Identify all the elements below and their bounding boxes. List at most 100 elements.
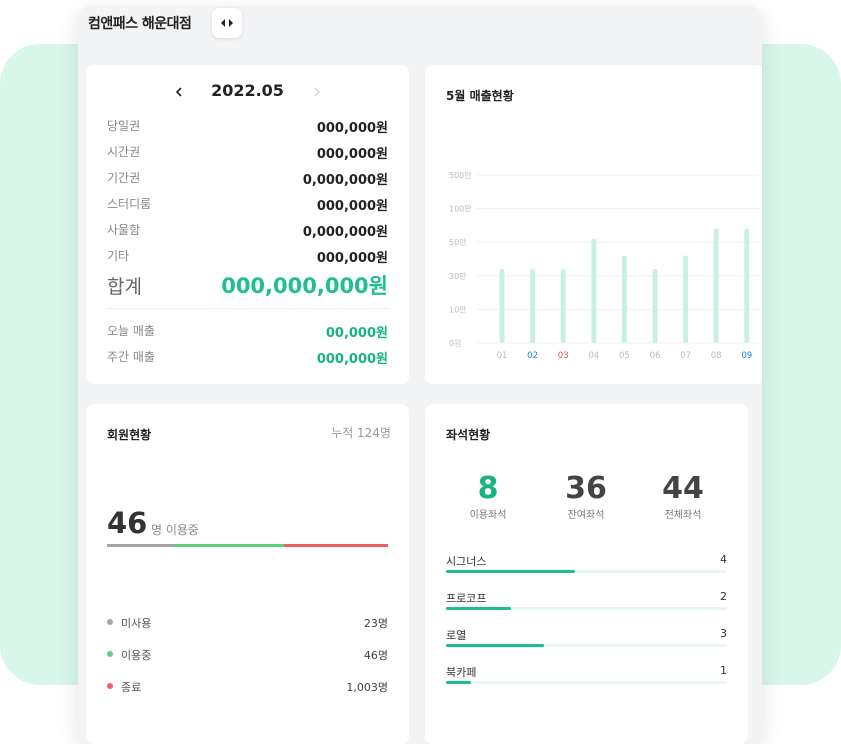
seat-zone-fill xyxy=(446,570,576,573)
legend-dot xyxy=(107,619,113,625)
chart-bar xyxy=(499,269,505,343)
store-title: 컴앤패스 해운대점 xyxy=(88,16,192,32)
chart-bar xyxy=(621,255,627,343)
member-stacked-bar xyxy=(107,544,388,547)
member-active-count: 46 xyxy=(107,506,148,540)
sales-summary-card: 2022.05 당일권 000,000원 시간권 000,000원 기간권 0,… xyxy=(86,65,409,384)
sales-row-label: 사물함 xyxy=(107,223,141,237)
seat-zone-count: 4 xyxy=(720,553,727,566)
stacked-bar-segment xyxy=(174,544,285,547)
x-tick-label: 06 xyxy=(650,351,661,361)
sales-bar-chart: 500만 100만 50만 30만 10만 0원 01 02 03 04 05 06 07 08 09 xyxy=(449,171,760,361)
seat-zone-track xyxy=(446,681,727,684)
sales-row-value: 000,000원 xyxy=(316,251,388,266)
stacked-bar-segment xyxy=(107,544,175,547)
x-tick-label: 01 xyxy=(497,351,508,361)
y-tick-label: 100만 xyxy=(449,205,472,214)
arrows-left-right-icon xyxy=(221,19,233,27)
sales-row-etc: 기타 000,000원 xyxy=(107,247,388,266)
sales-row-label: 기간권 xyxy=(107,171,141,185)
seat-zone-fill xyxy=(446,607,511,610)
seat-zone-track xyxy=(446,570,727,573)
y-tick-label: 50만 xyxy=(449,238,467,247)
legend-dot xyxy=(107,651,113,657)
sales-row-value: 000,000원 xyxy=(316,147,388,162)
seat-card-title: 좌석현황 xyxy=(446,428,491,442)
sales-row-locker: 사물함 0,000,000원 xyxy=(107,221,388,240)
chart-bar xyxy=(744,228,750,343)
panel-toggle-button[interactable] xyxy=(212,8,242,38)
seat-zone-item: 시그너스 4 xyxy=(446,553,727,581)
chevron-right-icon[interactable] xyxy=(311,84,323,100)
seat-status-card: 좌석현황 8 이용좌석 36 잔여좌석 44 전체좌석 시그너스 4 프로코프 … xyxy=(425,404,748,744)
sales-row-value: 000,000원 xyxy=(316,199,388,214)
month-label: 2022.05 xyxy=(211,81,284,100)
sales-today-value: 00,000원 xyxy=(325,326,388,341)
sales-week-row: 주간 매출 000,000원 xyxy=(107,348,388,367)
chart-bar xyxy=(713,228,719,343)
sales-row-label: 시간권 xyxy=(107,145,141,159)
legend-value: 46명 xyxy=(363,649,388,662)
seat-zone-count: 3 xyxy=(720,627,727,640)
seat-zone-item: 북카페 1 xyxy=(446,664,727,692)
sales-total-label: 합계 xyxy=(107,276,142,298)
seat-stat-used: 8 이용좌석 xyxy=(448,472,528,522)
legend-dot xyxy=(107,683,113,689)
chart-bar xyxy=(683,255,689,343)
chart-bar xyxy=(652,269,658,343)
sales-today-row: 오늘 매출 00,000원 xyxy=(107,322,388,341)
monthly-sales-chart-card: 5월 매출현황 500만 100만 50만 30만 10만 0원 01 02 03 04 05 06 0… xyxy=(425,65,762,384)
sales-total-value: 000,000,000원 xyxy=(221,274,388,298)
seat-stat-number: 44 xyxy=(662,471,704,506)
member-status-card: 회원현황 누적 124명 46 명 이용중 미사용 23명 이용중 46명 종료… xyxy=(86,404,409,744)
seat-zone-item: 로열 3 xyxy=(446,627,727,655)
seat-zone-name: 로열 xyxy=(446,629,467,642)
sales-row-label: 스터디룸 xyxy=(107,197,152,211)
legend-item-unused: 미사용 23명 xyxy=(107,615,388,631)
seat-stat-label: 전체좌석 xyxy=(664,510,702,521)
sales-row-label: 당일권 xyxy=(107,119,141,133)
seat-zone-count: 1 xyxy=(720,664,727,677)
dashboard-window: 컴앤패스 해운대점 2022.05 당일권 000,000원 시간권 000,0… xyxy=(78,6,762,744)
x-tick-label: 04 xyxy=(588,351,599,361)
seat-stat-number: 36 xyxy=(565,471,607,506)
x-tick-label: 08 xyxy=(711,351,722,361)
seat-stat-total: 44 전체좌석 xyxy=(643,471,723,522)
seat-stat-remaining: 36 잔여좌석 xyxy=(546,471,626,522)
chevron-left-icon[interactable] xyxy=(173,84,185,100)
legend-label: 미사용 xyxy=(121,617,152,630)
x-tick-label: 09 xyxy=(741,351,752,361)
y-tick-label: 500만 xyxy=(449,171,472,180)
legend-label: 이용중 xyxy=(121,649,152,662)
sales-row-label: 기타 xyxy=(107,249,130,263)
seat-zone-count: 2 xyxy=(720,590,727,603)
sales-row-daypass: 당일권 000,000원 xyxy=(107,117,388,136)
seat-zone-item: 프로코프 2 xyxy=(446,590,727,618)
legend-value: 23명 xyxy=(363,617,388,630)
seat-zone-name: 프로코프 xyxy=(446,592,487,605)
chart-bar xyxy=(560,269,566,343)
sales-row-value: 000,000원 xyxy=(316,121,388,136)
legend-item-active: 이용중 46명 xyxy=(107,647,388,663)
y-tick-label: 10만 xyxy=(449,305,467,314)
seat-zone-name: 북카페 xyxy=(446,666,477,679)
legend-label: 종료 xyxy=(121,681,142,694)
sales-row-timepass: 시간권 000,000원 xyxy=(107,143,388,162)
seat-zone-fill xyxy=(446,681,472,684)
divider xyxy=(107,308,388,309)
sales-today-label: 오늘 매출 xyxy=(107,324,155,338)
legend-item-ended: 종료 1,003명 xyxy=(107,679,388,695)
chart-bar xyxy=(591,238,597,343)
member-active-label: 명 이용중 xyxy=(151,523,199,537)
sales-row-value: 0,000,000원 xyxy=(302,173,388,188)
chart-bar xyxy=(530,269,536,343)
y-tick-label: 0원 xyxy=(449,339,461,348)
sales-week-value: 000,000원 xyxy=(316,352,388,367)
member-card-title: 회원현황 xyxy=(107,428,152,442)
x-tick-label: 05 xyxy=(619,351,630,361)
x-tick-label: 07 xyxy=(680,351,691,361)
sales-row-value: 0,000,000원 xyxy=(302,225,388,240)
month-navigator: 2022.05 xyxy=(86,81,409,105)
seat-stat-label: 이용좌석 xyxy=(469,510,507,521)
legend-value: 1,003명 xyxy=(346,681,388,694)
